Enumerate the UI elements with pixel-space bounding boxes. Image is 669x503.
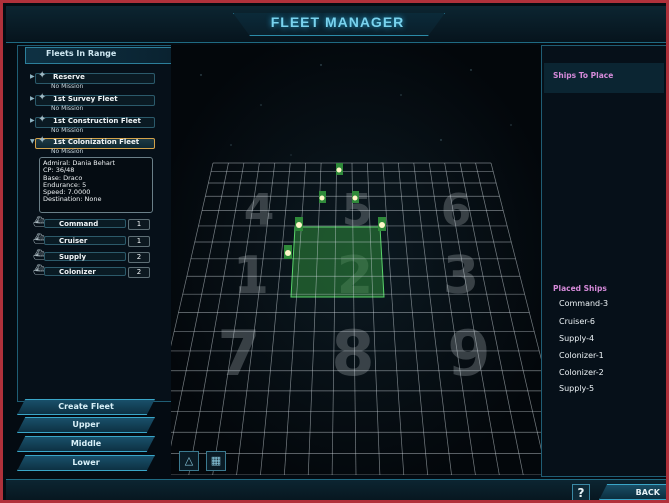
fleet-insignia-icon: ✦	[38, 135, 47, 146]
ships-to-place-label: Ships To Place	[553, 71, 614, 80]
fleet-insignia-icon: ✦	[38, 114, 47, 125]
collapse-arrow-icon[interactable]: ▼	[30, 138, 35, 145]
placement-panel	[541, 45, 666, 477]
grid-view-icon[interactable]: ▦	[206, 451, 226, 471]
highlighted-zone[interactable]	[290, 226, 385, 298]
cell-number: 7	[217, 317, 260, 390]
ship-count: 2	[128, 267, 150, 278]
formation-board[interactable]: 4 5 6 1 2 3 7 8 9	[140, 45, 572, 476]
create-fleet-button[interactable]: Create Fleet	[17, 399, 155, 415]
expand-arrow-icon[interactable]: ▶	[30, 73, 35, 80]
screen-title: FLEET MANAGER	[270, 14, 405, 30]
fleet-insignia-icon: ✦	[38, 92, 47, 103]
ship-count: 2	[128, 252, 150, 263]
placed-ships-label: Placed Ships	[553, 284, 607, 293]
ship-row-supply[interactable]: ⛴ Supply 2	[33, 250, 151, 263]
lower-button[interactable]: Lower	[17, 455, 155, 471]
ship-marker[interactable]	[295, 217, 303, 231]
ship-row-command[interactable]: ⛴ Command 1	[33, 217, 151, 230]
fleet-insignia-icon: ✦	[38, 70, 47, 81]
expand-arrow-icon[interactable]: ▶	[30, 95, 35, 102]
ship-marker[interactable]	[378, 217, 386, 231]
ship-marker[interactable]	[336, 163, 343, 175]
fleet-mission: No Mission	[51, 105, 84, 112]
fleets-in-range-label: Fleets In Range	[46, 49, 117, 58]
help-button[interactable]: ?	[572, 484, 590, 500]
fleets-in-range-header: Fleets In Range	[25, 47, 173, 64]
ship-row-cruiser[interactable]: ⛴ Cruiser 1	[33, 234, 151, 247]
triangle-formation-icon[interactable]: △	[179, 451, 199, 471]
placed-ship-item[interactable]: Colonizer-1	[559, 351, 604, 360]
bottom-bar	[6, 479, 666, 500]
upper-button[interactable]: Upper	[17, 417, 155, 433]
placed-ship-item[interactable]: Colonizer-2	[559, 368, 604, 377]
game-window: FLEET MANAGER Fleets In Range ▶ ✦ Reserv…	[0, 0, 669, 503]
ship-marker[interactable]	[352, 191, 359, 203]
cell-number: 8	[331, 317, 374, 390]
ship-marker[interactable]	[284, 245, 292, 259]
expand-arrow-icon[interactable]: ▶	[30, 117, 35, 124]
placed-ship-item[interactable]: Supply-5	[559, 384, 594, 393]
placed-ship-item[interactable]: Supply-4	[559, 334, 594, 343]
ship-row-colonizer[interactable]: ⛴ Colonizer 2	[33, 265, 151, 278]
back-button[interactable]: BACK	[599, 484, 666, 500]
fleet-info-box: Admiral: Dania Behart CP: 36/48 Base: Dr…	[39, 157, 153, 213]
fleet-mission: No Mission	[51, 148, 84, 155]
placed-ship-item[interactable]: Command-3	[559, 299, 608, 308]
placed-ship-item[interactable]: Cruiser-6	[559, 317, 595, 326]
ship-count: 1	[128, 219, 150, 230]
fleet-mission: No Mission	[51, 127, 84, 134]
ship-count: 1	[128, 236, 150, 247]
destination-text: Destination: None	[43, 195, 102, 204]
ship-marker[interactable]	[319, 191, 326, 203]
middle-button[interactable]: Middle	[17, 436, 155, 452]
formation-grid[interactable]: 4 5 6 1 2 3 7 8 9	[140, 45, 572, 476]
fleet-mission: No Mission	[51, 83, 84, 90]
